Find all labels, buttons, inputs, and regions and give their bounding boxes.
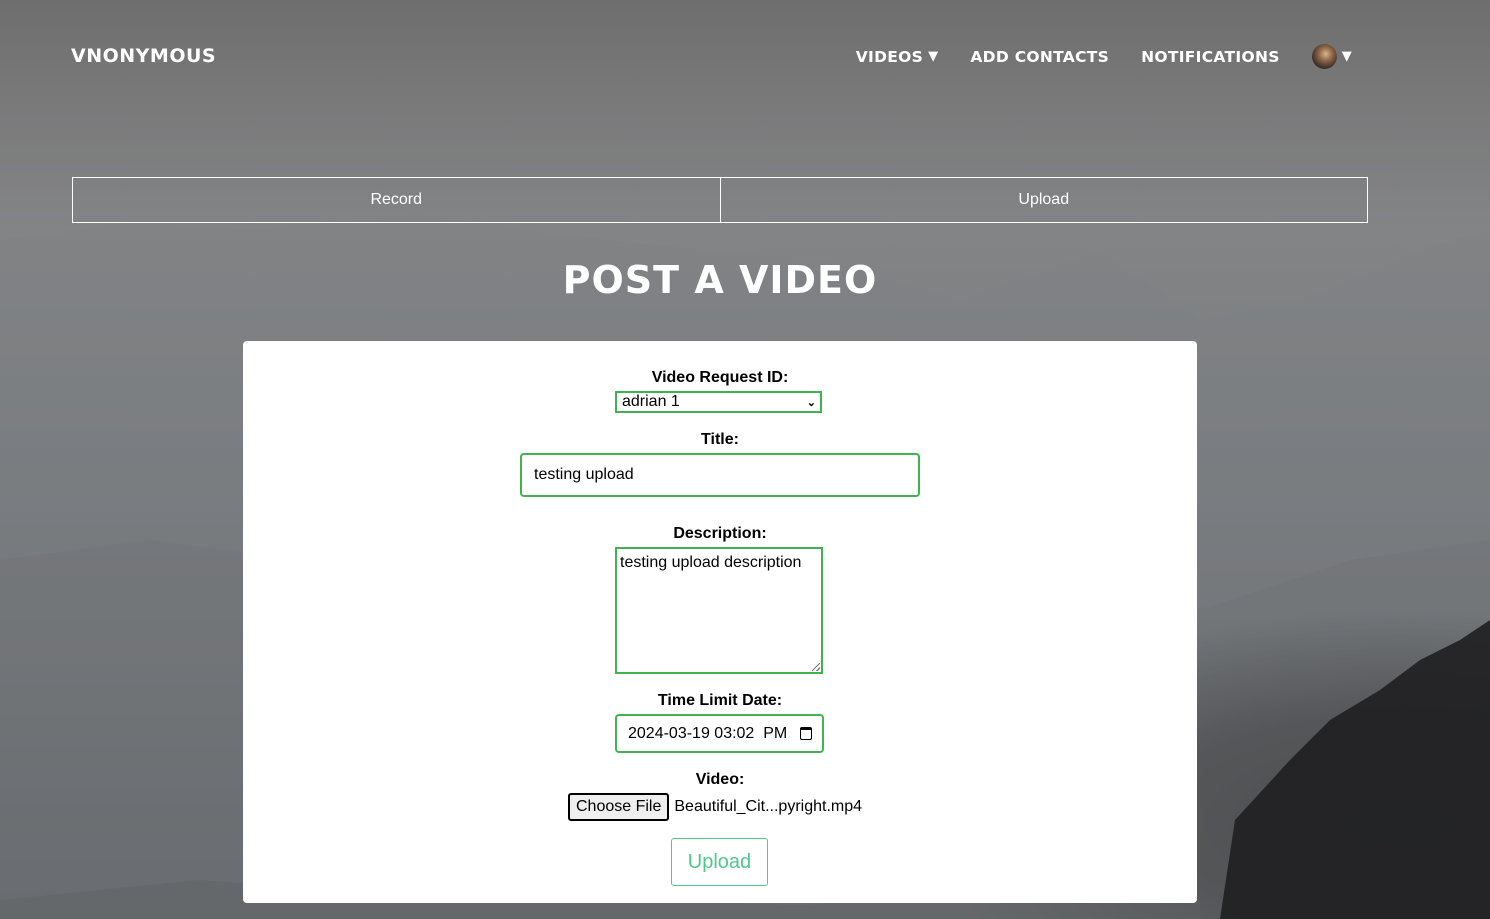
avatar [1311, 44, 1337, 69]
request-id-label: Video Request ID: [651, 369, 789, 386]
user-menu-dropdown[interactable]: ▼ [1311, 44, 1352, 69]
caret-down-icon: ▼ [1341, 49, 1352, 64]
resize-handle-icon[interactable] [812, 663, 820, 671]
description-value: testing upload description [620, 554, 802, 571]
tab-upload[interactable]: Upload [719, 177, 1368, 223]
description-label: Description: [673, 525, 767, 542]
post-video-form: Video Request ID: adrian 1 ⌄ Title: test… [243, 341, 1197, 903]
title-value: testing upload [534, 466, 634, 483]
video-label: Video: [695, 771, 745, 788]
choose-file-button[interactable]: Choose File [568, 793, 670, 821]
time-limit-label: Time Limit Date: [657, 692, 783, 709]
request-id-select[interactable]: adrian 1 ⌄ [615, 391, 822, 413]
upload-button[interactable]: Upload [671, 838, 768, 886]
nav-links: VIDEOS ▼ ADD CONTACTS NOTIFICATIONS ▼ [856, 44, 1352, 69]
tab-record[interactable]: Record [72, 177, 721, 223]
nav-add-contacts[interactable]: ADD CONTACTS [970, 48, 1109, 66]
title-input[interactable]: testing upload [520, 453, 920, 497]
brand-logo[interactable]: VNONYMOUS [71, 45, 216, 67]
navbar: VNONYMOUS VIDEOS ▼ ADD CONTACTS NOTIFICA… [0, 0, 1490, 110]
page-title: POST A VIDEO [562, 258, 878, 302]
calendar-icon[interactable] [800, 727, 812, 740]
time-limit-value: 2024-03-19 03:02 PM [628, 724, 788, 742]
time-limit-input[interactable]: 2024-03-19 03:02 PM [615, 714, 824, 753]
nav-videos-label: VIDEOS [855, 47, 924, 66]
nav-notifications[interactable]: NOTIFICATIONS [1141, 48, 1280, 66]
caret-down-icon: ▼ [928, 49, 939, 64]
request-id-value: adrian 1 [622, 393, 680, 410]
video-file-input: Choose File Beautiful_Cit...pyright.mp4 [568, 793, 862, 821]
file-name: Beautiful_Cit...pyright.mp4 [674, 798, 863, 815]
nav-videos-dropdown[interactable]: VIDEOS ▼ [856, 48, 939, 66]
description-textarea[interactable]: testing upload description [615, 547, 823, 674]
chevron-down-icon: ⌄ [806, 396, 816, 409]
mode-tabs: Record Upload [72, 177, 1368, 223]
title-label: Title: [701, 431, 739, 448]
